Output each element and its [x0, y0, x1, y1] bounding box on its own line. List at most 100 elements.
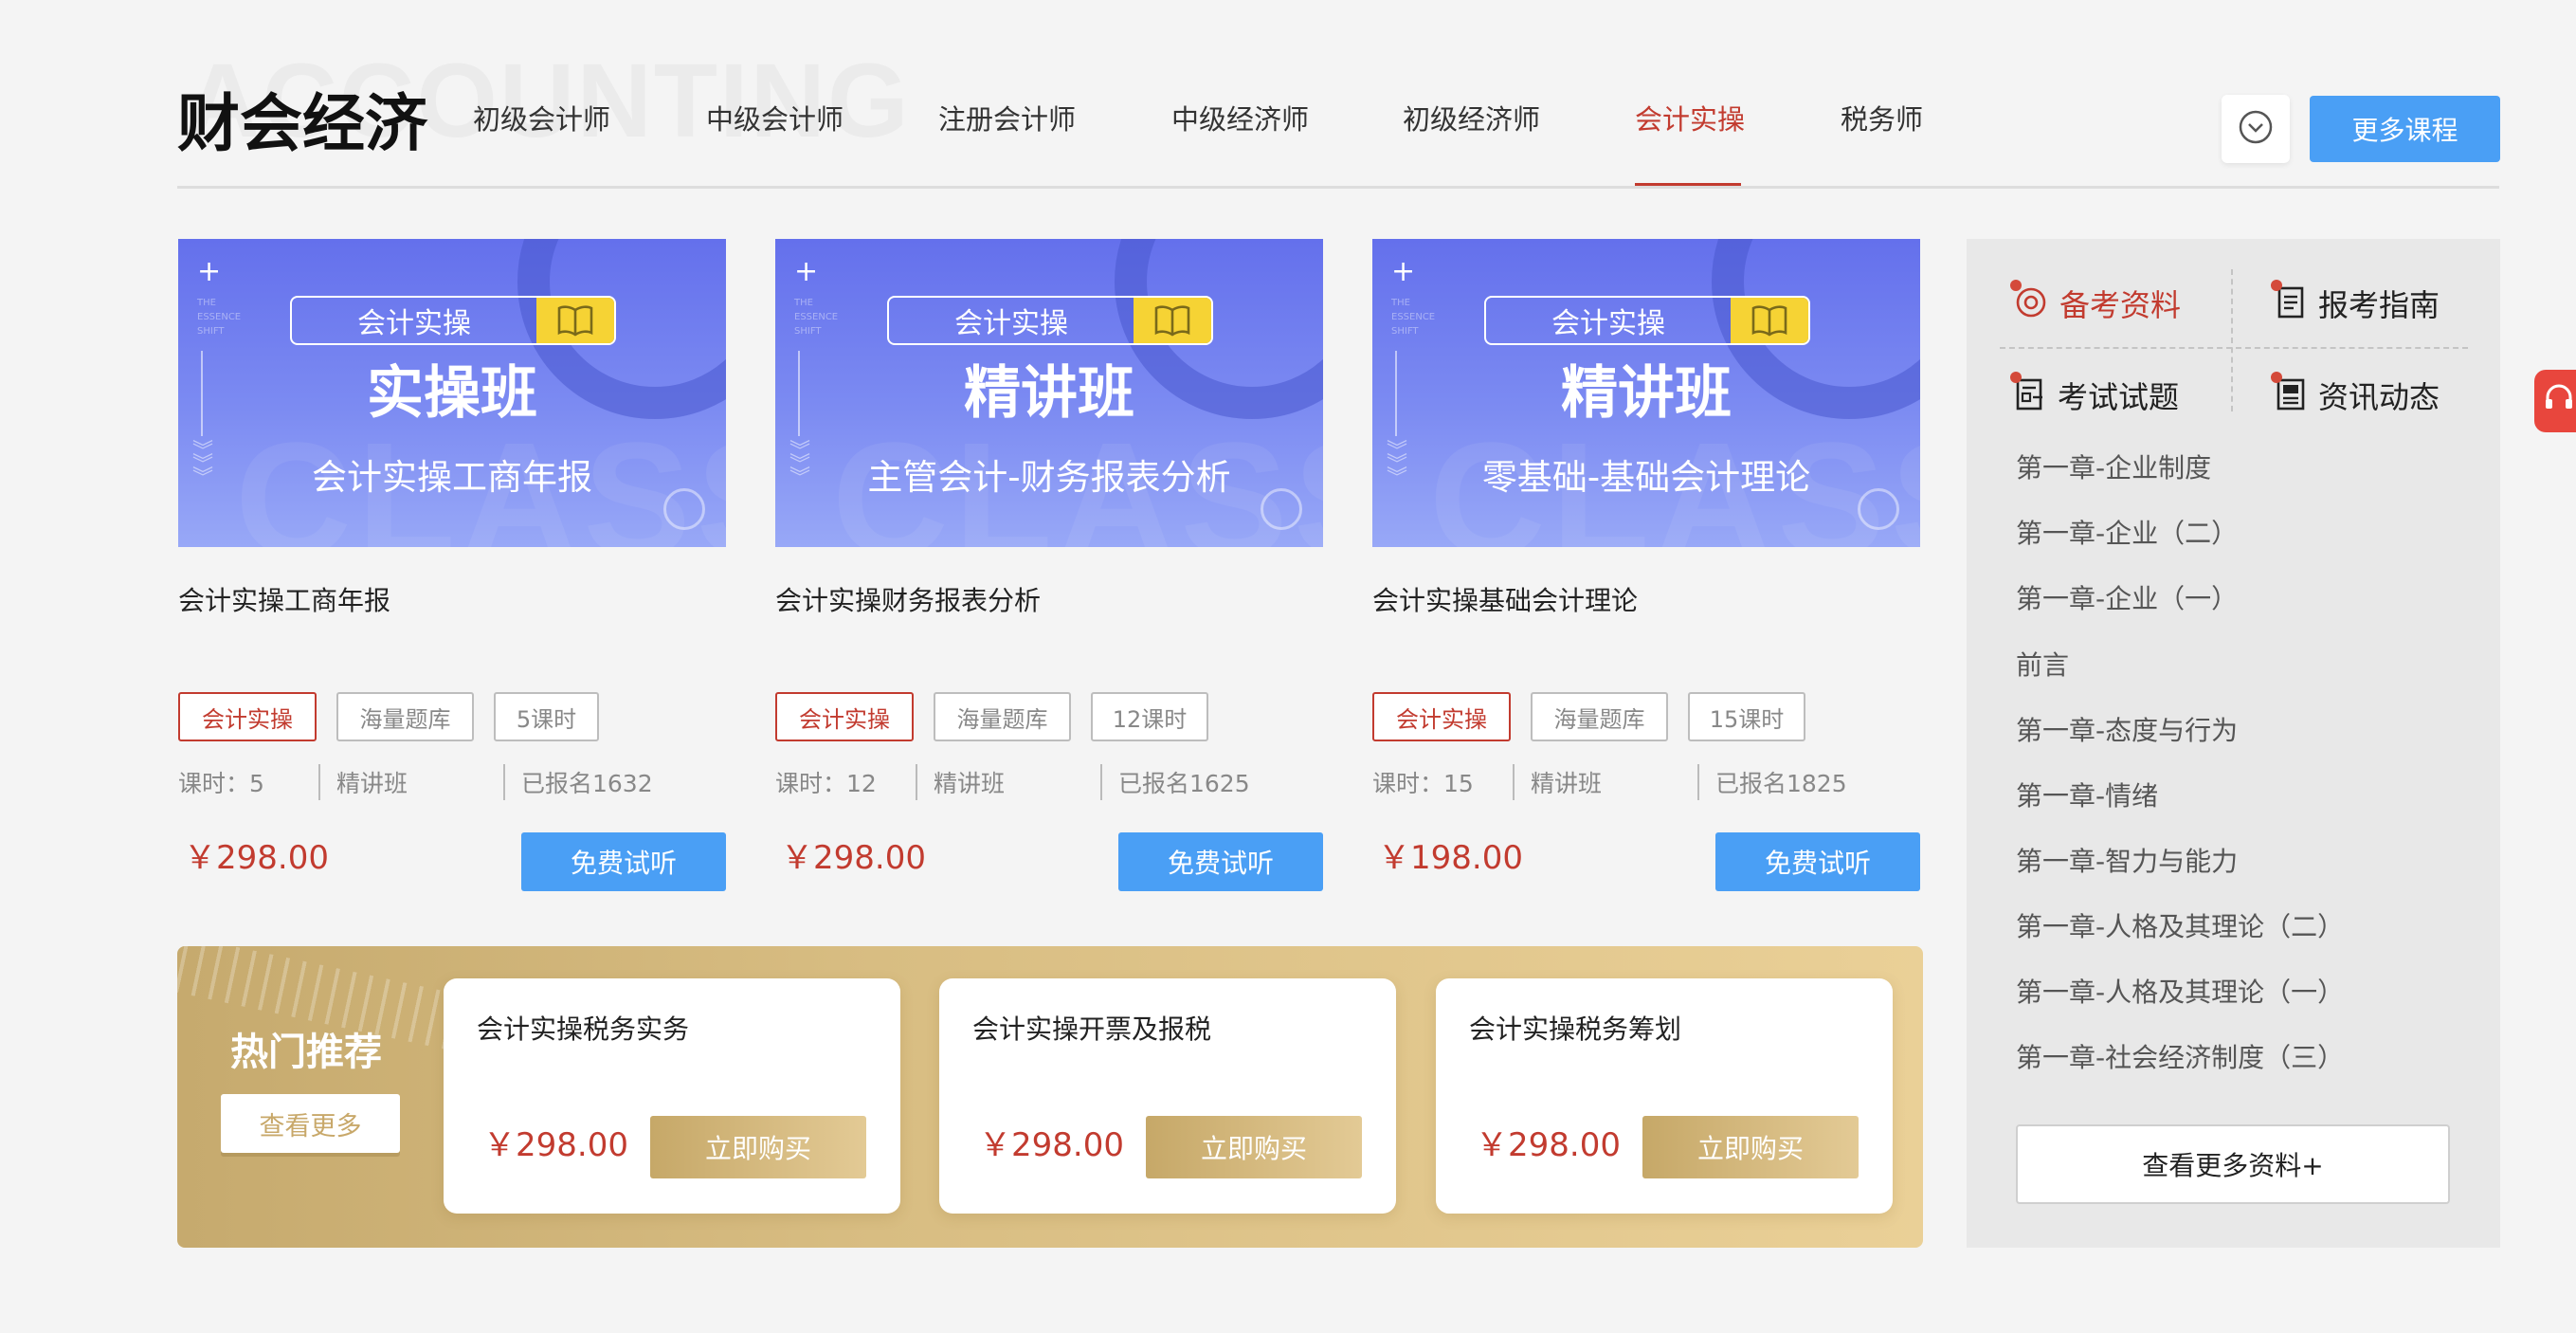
resource-link[interactable]: 第一章-人格及其理论（一）: [2016, 979, 2344, 1006]
course-tag-question-bank: 海量题库: [336, 692, 474, 741]
document-list-icon: [2275, 285, 2307, 324]
sidebar-tab-label: 考试试题: [2058, 378, 2180, 415]
sidebar-tab-exam-questions[interactable]: 考试试题: [2010, 372, 2180, 416]
course-hours: 课时：15: [1372, 770, 1474, 797]
buy-now-button[interactable]: 立即购买: [1146, 1116, 1362, 1178]
course-tag-category: 会计实操: [775, 692, 914, 741]
open-book-icon: [1731, 298, 1808, 343]
course-class-type: 精讲班: [934, 770, 1006, 797]
open-book-icon: [536, 298, 614, 343]
banner-subtitle: 零基础-基础会计理论: [1481, 457, 1811, 498]
resource-link[interactable]: 第一章-情绪: [2016, 783, 2158, 810]
banner-corner-decoration: [663, 488, 705, 530]
banner-category: 会计实操: [1551, 307, 1665, 340]
sidebar-tab-study-materials[interactable]: 备考资料: [2010, 280, 2182, 324]
hot-course-card[interactable]: 会计实操税务筹划 ￥298.00 立即购买: [1436, 978, 1893, 1214]
course-tag-category: 会计实操: [1372, 692, 1511, 741]
section-title: 财会经济: [177, 87, 427, 160]
chevron-down-circle-icon: [2237, 108, 2275, 150]
buy-now-button[interactable]: 立即购买: [650, 1116, 866, 1178]
notification-dot: [2271, 280, 2282, 291]
banner-category-pill: 会计实操: [290, 296, 616, 345]
view-more-button[interactable]: 查看更多: [221, 1094, 400, 1153]
banner-small-text: THE ESSENCE SHIFT: [1391, 298, 1436, 337]
meta-divider: [318, 764, 320, 800]
customer-service-float-button[interactable]: [2534, 370, 2576, 432]
course-hours: 课时：5: [178, 770, 264, 797]
resource-link[interactable]: 第一章-企业（一）: [2016, 586, 2238, 612]
hot-course-card[interactable]: 会计实操税务实务 ￥298.00 立即购买: [444, 978, 900, 1214]
course-price: ￥198.00: [1378, 839, 1523, 877]
sidebar-tab-label: 备考资料: [2059, 286, 2182, 323]
course-tag-hours: 5课时: [494, 692, 599, 741]
open-book-icon: [1134, 298, 1211, 343]
course-class-type: 精讲班: [336, 770, 408, 797]
view-more-materials-button[interactable]: 查看更多资料+: [2016, 1124, 2450, 1204]
course-price: ￥298.00: [184, 839, 329, 877]
buy-now-button[interactable]: 立即购买: [1642, 1116, 1859, 1178]
resource-link[interactable]: 第一章-态度与行为: [2016, 718, 2238, 744]
course-banner[interactable]: CLASS + THEESSENCESHIFT ︾︾︾ 会计实操 精讲班 主管会…: [775, 239, 1323, 547]
notification-dot: [2010, 372, 2022, 383]
course-name[interactable]: 会计实操工商年报: [178, 588, 390, 614]
notification-dot: [2271, 372, 2282, 383]
resource-link[interactable]: 第一章-社会经济制度（三）: [2016, 1045, 2344, 1071]
sidebar-divider: [2231, 269, 2233, 411]
sidebar-divider: [2000, 347, 2468, 349]
course-name[interactable]: 会计实操基础会计理论: [1372, 588, 1638, 614]
banner-small-text: THE ESSENCE SHIFT: [794, 298, 839, 337]
course-tag-hours: 12课时: [1091, 692, 1208, 741]
resource-link[interactable]: 第一章-企业制度: [2016, 455, 2211, 482]
tab-junior-accountant[interactable]: 初级会计师: [473, 106, 610, 134]
course-enrolled: 已报名1632: [521, 770, 653, 797]
hot-course-price: ￥298.00: [1476, 1126, 1621, 1164]
sidebar-tab-news[interactable]: 资讯动态: [2271, 372, 2440, 416]
course-enrolled: 已报名1625: [1118, 770, 1250, 797]
tab-accounting-practice[interactable]: 会计实操: [1635, 106, 1745, 134]
free-trial-button[interactable]: 免费试听: [1118, 832, 1323, 891]
banner-title: 实操班: [367, 360, 537, 427]
exam-paper-icon: [2014, 377, 2046, 416]
hot-course-title[interactable]: 会计实操税务实务: [477, 1016, 689, 1043]
resource-link[interactable]: 第一章-企业（二）: [2016, 520, 2238, 547]
hot-course-title[interactable]: 会计实操税务筹划: [1469, 1016, 1681, 1043]
course-name[interactable]: 会计实操财务报表分析: [775, 588, 1041, 614]
meta-divider: [1513, 764, 1515, 800]
banner-title: 精讲班: [1561, 360, 1732, 427]
banner-category: 会计实操: [357, 307, 471, 340]
expand-dropdown-button[interactable]: [2222, 95, 2290, 163]
meta-divider: [1697, 764, 1699, 800]
course-banner[interactable]: CLASS + THEESSENCESHIFT ︾︾︾ 会计实操 精讲班 零基础…: [1372, 239, 1920, 547]
hot-course-card[interactable]: 会计实操开票及报税 ￥298.00 立即购买: [939, 978, 1396, 1214]
banner-category: 会计实操: [954, 307, 1068, 340]
banner-category-pill: 会计实操: [887, 296, 1213, 345]
course-tag-hours: 15课时: [1688, 692, 1805, 741]
course-banner[interactable]: CLASS + THEESSENCESHIFT ︾︾︾ 会计实操 实操班 会计实…: [178, 239, 726, 547]
plus-icon: +: [794, 255, 819, 288]
more-courses-button[interactable]: 更多课程: [2310, 96, 2500, 162]
course-enrolled: 已报名1825: [1715, 770, 1847, 797]
tab-tax-advisor[interactable]: 税务师: [1841, 106, 1923, 134]
hot-course-price: ￥298.00: [483, 1126, 628, 1164]
tab-intermediate-accountant[interactable]: 中级会计师: [706, 106, 844, 134]
resource-link[interactable]: 前言: [2016, 652, 2069, 679]
tab-intermediate-economist[interactable]: 中级经济师: [1171, 106, 1309, 134]
news-icon: [2275, 377, 2307, 416]
hot-course-title[interactable]: 会计实操开票及报税: [972, 1016, 1211, 1043]
tab-junior-economist[interactable]: 初级经济师: [1403, 106, 1540, 134]
meta-divider: [1100, 764, 1102, 800]
tab-cpa[interactable]: 注册会计师: [938, 106, 1076, 134]
header-divider: [177, 186, 2499, 189]
sidebar-tab-registration-guide[interactable]: 报考指南: [2271, 280, 2440, 324]
resource-link[interactable]: 第一章-智力与能力: [2016, 849, 2238, 875]
resource-link[interactable]: 第一章-人格及其理论（二）: [2016, 914, 2344, 940]
course-class-type: 精讲班: [1531, 770, 1603, 797]
target-icon: [2014, 285, 2048, 324]
free-trial-button[interactable]: 免费试听: [1715, 832, 1920, 891]
sidebar-tab-label: 报考指南: [2318, 286, 2440, 323]
plus-icon: +: [197, 255, 222, 288]
banner-corner-decoration: [1261, 488, 1302, 530]
sidebar-tab-label: 资讯动态: [2318, 378, 2440, 415]
banner-corner-decoration: [1858, 488, 1899, 530]
free-trial-button[interactable]: 免费试听: [521, 832, 726, 891]
